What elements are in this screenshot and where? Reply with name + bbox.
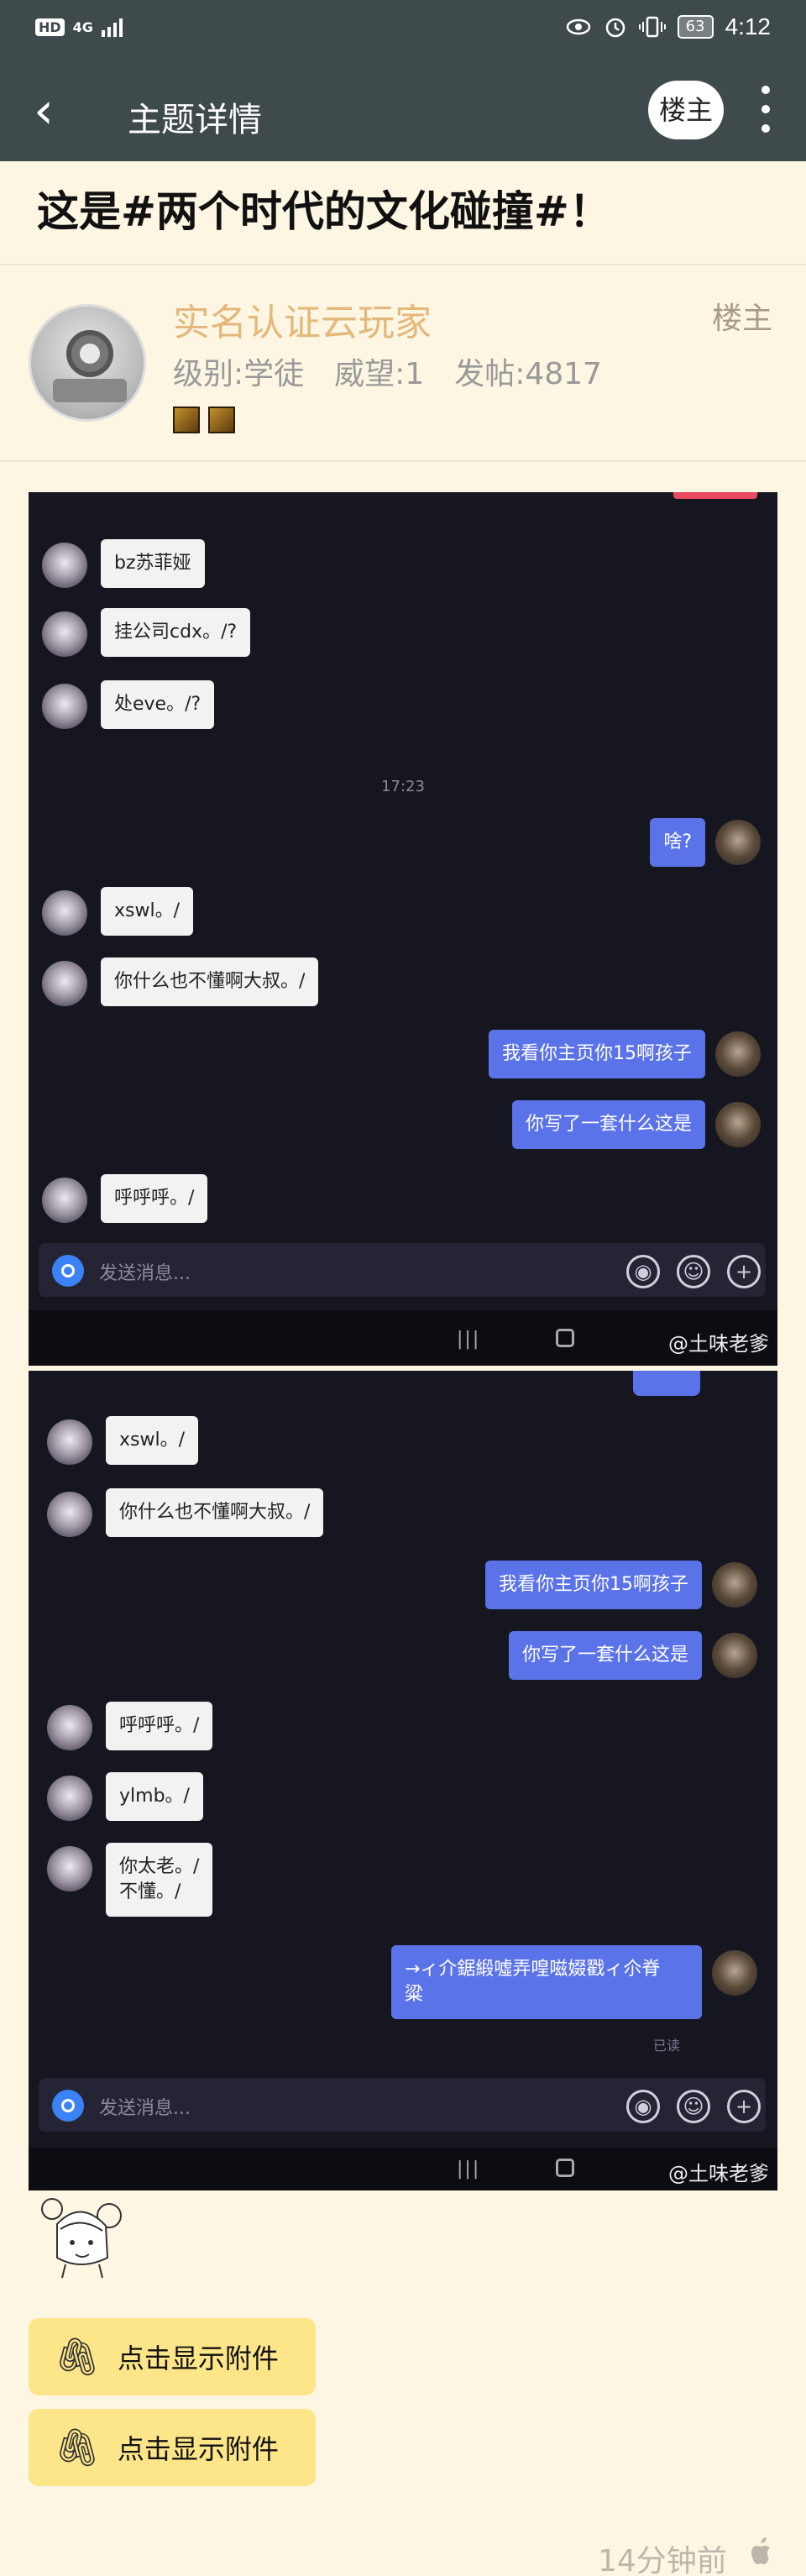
chat-avatar-self bbox=[715, 820, 761, 865]
app-bar: ‹ 主题详情 楼主 bbox=[0, 60, 806, 161]
chat-bubble: xswl。/ bbox=[101, 887, 193, 936]
anime-sticker bbox=[41, 2198, 122, 2279]
chat-bubble-self: 你写了一套什么这是 bbox=[508, 1631, 702, 1680]
chat-bubble-self: 你写了一套什么这是 bbox=[511, 1100, 705, 1149]
chat-bubble-self-partial bbox=[633, 1371, 700, 1396]
weibo-watermark: @土味老爹 bbox=[668, 1332, 769, 1356]
chat-input-bar: 发送消息... ◉ ☺ + bbox=[39, 2078, 766, 2132]
show-attachment-button[interactable]: 🖇 点击显示附件 bbox=[29, 2318, 316, 2395]
chat-bubble: 你什么也不懂啊大叔。/ bbox=[101, 957, 319, 1006]
page-title: 主题详情 bbox=[128, 101, 262, 139]
emoji-icon: ☺ bbox=[677, 2090, 710, 2123]
paperclip-icon: 🖇 bbox=[54, 2336, 101, 2379]
chat-screenshot-1: bz苏菲娅 挂公司cdx。/? 处eve。/? 17:23 啥? xswl。/ … bbox=[29, 492, 777, 1366]
author-avatar[interactable] bbox=[29, 304, 146, 422]
red-tab bbox=[673, 492, 757, 499]
clock: 4:12 bbox=[725, 13, 772, 39]
paperclip-icon: 🖇 bbox=[54, 2426, 101, 2469]
author-stats: 级别:学徒 威望:1 发帖:4817 bbox=[173, 349, 602, 393]
only-op-button[interactable]: 楼主 bbox=[648, 81, 724, 139]
chat-avatar bbox=[42, 684, 87, 729]
recent-apps-icon: ||| bbox=[457, 1329, 481, 1350]
back-arrow-icon[interactable]: ‹ bbox=[34, 86, 54, 136]
author-medals bbox=[173, 407, 235, 433]
network-label: 4G bbox=[72, 18, 93, 35]
post-time: 14分钟前 bbox=[598, 2544, 727, 2576]
hd-icon: HD bbox=[35, 18, 65, 36]
chat-input-placeholder: 发送消息... bbox=[99, 1263, 191, 1284]
more-vertical-icon[interactable] bbox=[756, 86, 776, 136]
chat-input-placeholder: 发送消息... bbox=[99, 2098, 191, 2119]
read-receipt: 已读 bbox=[653, 2038, 681, 2054]
chat-bubble-self: →ィ介鋸緞噓弄喤嗞娺戳ィ尒脊 粱 bbox=[391, 1945, 702, 2019]
chat-bubble: 挂公司cdx。/? bbox=[101, 608, 251, 657]
chat-screenshot-2: xswl。/ 你什么也不懂啊大叔。/ 我看你主页你15啊孩子 你写了一套什么这是… bbox=[29, 1371, 777, 2190]
author-name[interactable]: 实名认证云玩家 bbox=[173, 292, 432, 346]
chat-avatar bbox=[42, 611, 87, 657]
chat-avatar bbox=[42, 543, 87, 588]
home-icon bbox=[556, 1329, 574, 1347]
divider bbox=[0, 264, 806, 265]
vibrate-icon bbox=[638, 16, 666, 38]
chat-bubble-self: 我看你主页你15啊孩子 bbox=[489, 1030, 705, 1078]
chat-input-bar: 发送消息... ◉ ☺ + bbox=[39, 1243, 766, 1297]
home-icon bbox=[556, 2159, 574, 2177]
chat-bubble-self: 我看你主页你15啊孩子 bbox=[485, 1561, 702, 1609]
chat-avatar bbox=[47, 1419, 92, 1465]
plus-icon: + bbox=[727, 1255, 761, 1288]
chat-avatar bbox=[47, 1492, 92, 1537]
emoji-icon: ☺ bbox=[677, 1255, 710, 1288]
camera-icon bbox=[52, 1255, 84, 1287]
phone-navbar: ||| @土味老爹 bbox=[29, 2148, 777, 2190]
chat-avatar-self bbox=[712, 1562, 757, 1608]
chat-bubble: 处eve。/? bbox=[101, 680, 215, 729]
battery-icon: 63 bbox=[677, 15, 714, 39]
status-bar: HD 4G 63 4:12 bbox=[0, 0, 806, 60]
phone-navbar: ||| @土味老爹 bbox=[29, 1310, 777, 1366]
chat-avatar bbox=[47, 1846, 92, 1891]
show-attachment-button[interactable]: 🖇 点击显示附件 bbox=[29, 2409, 316, 2486]
chat-avatar bbox=[42, 890, 87, 936]
camera-icon bbox=[52, 2090, 84, 2122]
weibo-watermark: @土味老爹 bbox=[668, 2162, 769, 2185]
author-prestige: 威望:1 bbox=[334, 357, 425, 391]
chat-avatar bbox=[47, 1705, 92, 1750]
chat-avatar-self bbox=[712, 1633, 757, 1678]
chat-avatar bbox=[47, 1776, 92, 1821]
chat-avatar-self bbox=[715, 1031, 761, 1077]
divider bbox=[0, 460, 806, 462]
apple-icon bbox=[751, 2537, 770, 2564]
chat-bubble-self: 啥? bbox=[650, 818, 705, 867]
chat-bubble: 你太老。/ 不懂。/ bbox=[106, 1843, 213, 1917]
recent-apps-icon: ||| bbox=[457, 2159, 481, 2180]
eye-icon bbox=[566, 18, 590, 35]
chat-avatar-self bbox=[715, 1102, 761, 1147]
chat-bubble: 你什么也不懂啊大叔。/ bbox=[106, 1488, 324, 1537]
topic-title: 这是#两个时代的文化碰撞#！ bbox=[37, 187, 611, 236]
medal-icon bbox=[208, 407, 235, 433]
chat-bubble: bz苏菲娅 bbox=[101, 539, 205, 588]
chat-avatar bbox=[42, 961, 87, 1006]
signal-icon bbox=[101, 17, 123, 37]
plus-icon: + bbox=[727, 2090, 761, 2123]
chat-avatar bbox=[42, 1178, 87, 1223]
author-level: 级别:学徒 bbox=[173, 357, 305, 391]
voice-icon: ◉ bbox=[626, 2090, 660, 2123]
chat-timestamp: 17:23 bbox=[381, 778, 425, 795]
op-tag: 楼主 bbox=[711, 302, 772, 336]
chat-avatar-self bbox=[712, 1950, 757, 1996]
chat-bubble: 呼呼呼。/ bbox=[106, 1702, 213, 1750]
medal-icon bbox=[173, 407, 200, 433]
alarm-icon bbox=[605, 18, 625, 38]
chat-bubble: 呼呼呼。/ bbox=[101, 1174, 208, 1223]
attachment-label: 点击显示附件 bbox=[117, 2343, 279, 2374]
voice-icon: ◉ bbox=[626, 1255, 660, 1288]
chat-bubble: xswl。/ bbox=[106, 1416, 198, 1465]
author-post-count: 发帖:4817 bbox=[454, 357, 602, 391]
attachment-label: 点击显示附件 bbox=[117, 2433, 279, 2465]
chat-bubble: ylmb。/ bbox=[106, 1772, 203, 1821]
